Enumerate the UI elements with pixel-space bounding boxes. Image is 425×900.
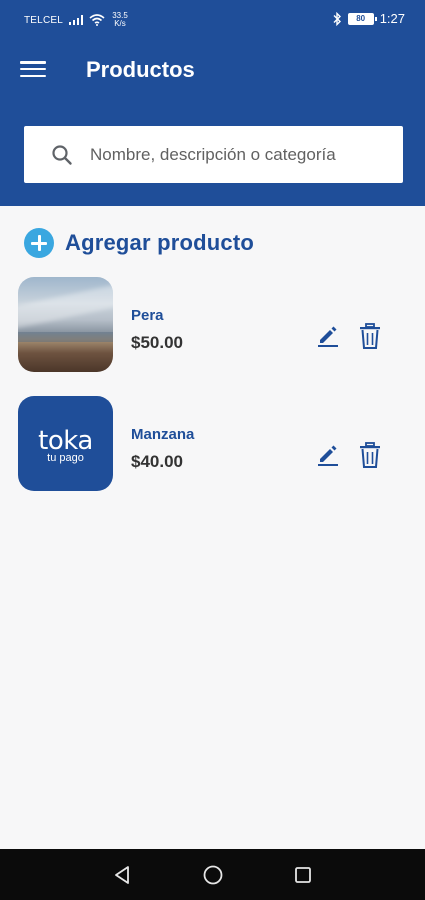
circle-home-icon[interactable] (201, 863, 225, 887)
battery-icon: 80 (347, 12, 377, 25)
search-bar[interactable] (24, 126, 403, 183)
add-product-label: Agregar producto (65, 230, 254, 255)
search-icon (52, 144, 72, 165)
speed-unit: K/s (114, 19, 126, 28)
product-image: toka tu pago (18, 396, 113, 491)
product-price: $40.00 (131, 452, 183, 471)
status-right: 80 1:27 (333, 11, 405, 26)
trash-icon[interactable] (358, 442, 382, 468)
carrier-label: TELCEL (24, 14, 63, 26)
network-speed: 33.5 K/s (111, 12, 129, 28)
list-item[interactable]: toka tu pago Manzana $40.00 (18, 396, 408, 492)
triangle-back-icon[interactable] (110, 863, 134, 887)
product-price: $50.00 (131, 333, 183, 352)
square-recents-icon[interactable] (291, 863, 315, 887)
wifi-icon (89, 14, 105, 26)
pencil-icon[interactable] (316, 323, 340, 347)
app-bar: Productos (0, 38, 425, 206)
hamburger-menu-icon[interactable] (20, 58, 46, 80)
status-bar: TELCEL 33.5 K/s 80 1:27 (0, 0, 425, 38)
add-product-button[interactable]: Agregar producto (24, 228, 254, 258)
page-title: Productos (86, 57, 195, 82)
signal-icon (69, 15, 83, 25)
clock: 1:27 (379, 11, 405, 26)
product-image (18, 277, 113, 372)
pencil-icon[interactable] (316, 442, 340, 466)
trash-icon[interactable] (358, 323, 382, 349)
search-input[interactable] (90, 144, 380, 165)
product-name: Manzana (131, 426, 195, 443)
system-nav-bar (0, 849, 425, 900)
brand-logo-subtext: tu pago (47, 452, 84, 464)
status-left: TELCEL 33.5 K/s (24, 12, 129, 28)
list-item[interactable]: Pera $50.00 (18, 277, 408, 373)
product-name: Pera (131, 307, 164, 324)
plus-circle-icon (24, 228, 54, 258)
bluetooth-icon (333, 11, 341, 26)
battery-level: 80 (356, 13, 366, 23)
